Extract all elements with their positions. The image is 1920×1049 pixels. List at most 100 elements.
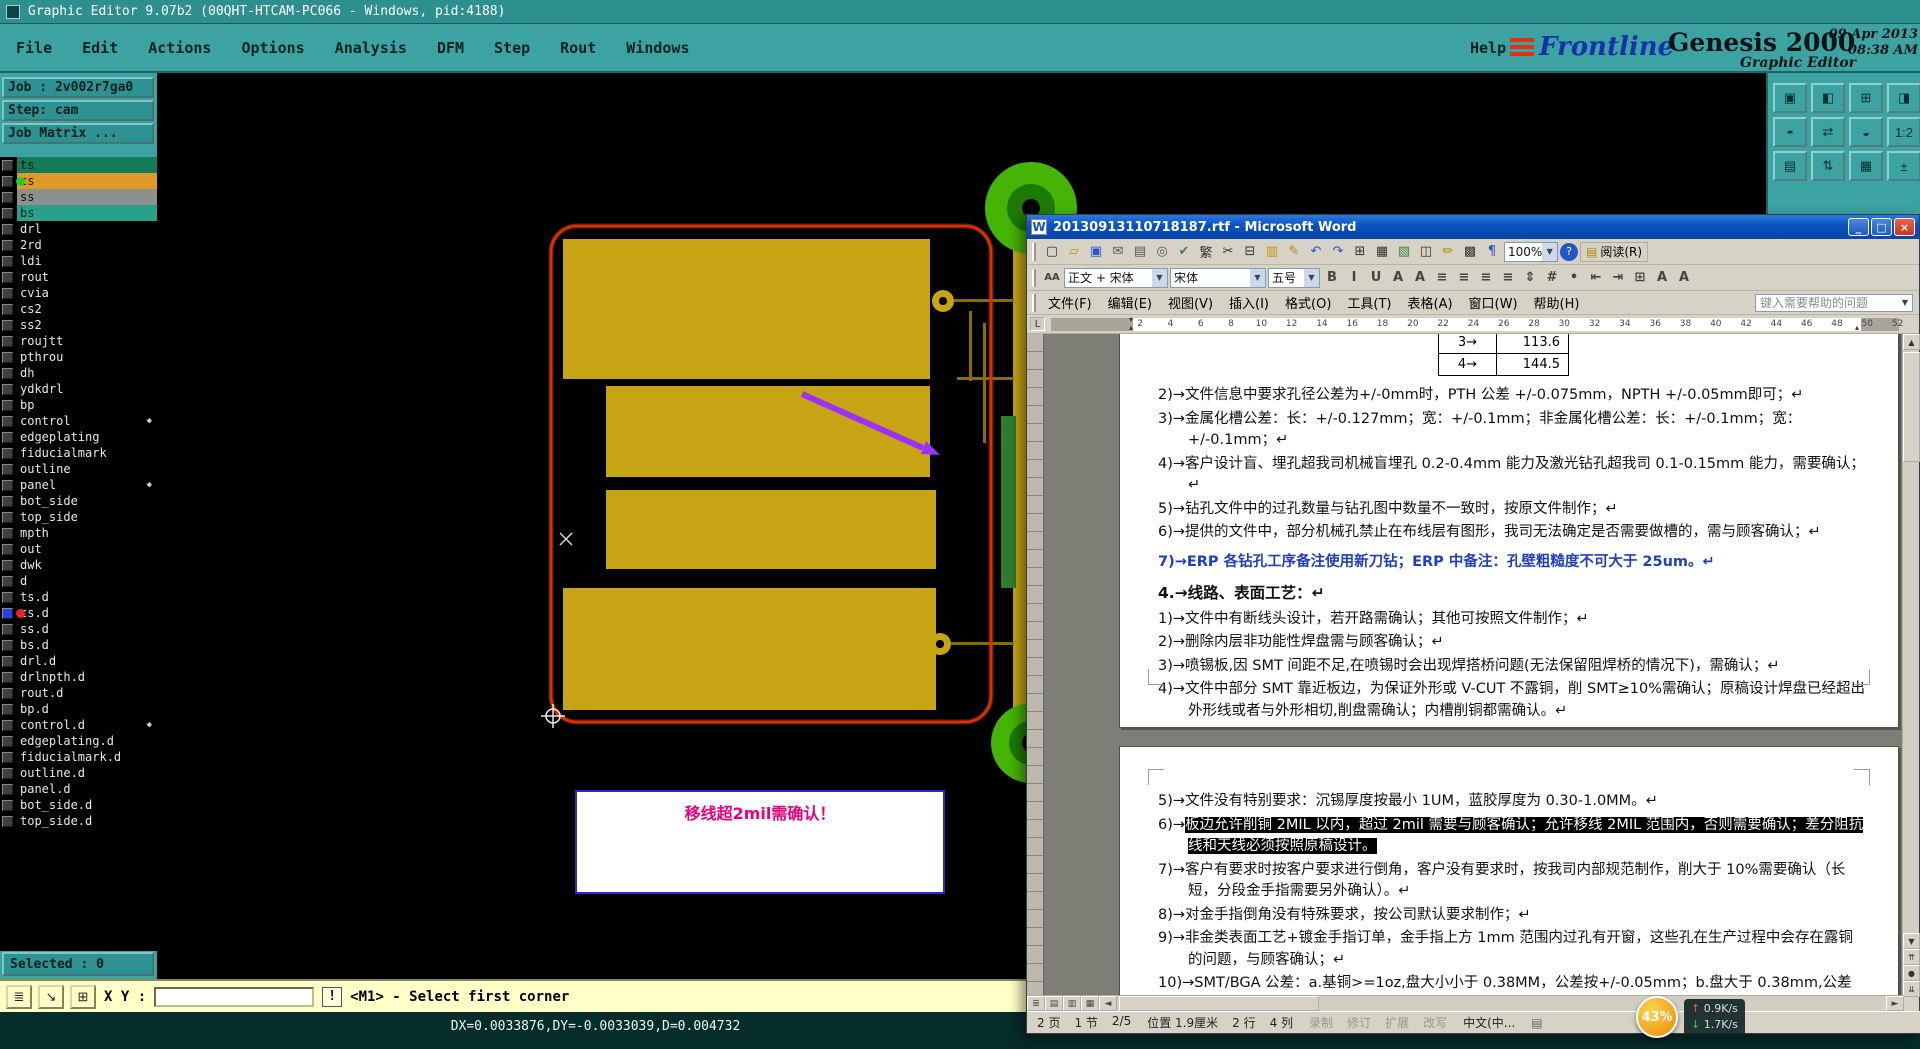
- layer-name[interactable]: ss: [17, 189, 157, 205]
- layer-checkbox[interactable]: [2, 303, 13, 315]
- word-menu-item[interactable]: 格式(O): [1277, 293, 1339, 312]
- layer-checkbox[interactable]: [2, 223, 13, 235]
- layer-name[interactable]: 2rd: [17, 237, 157, 253]
- layer-name[interactable]: roujtt: [17, 333, 157, 349]
- layer-name[interactable]: drl: [17, 221, 157, 237]
- word-menu-item[interactable]: 工具(T): [1339, 293, 1399, 312]
- layer-name[interactable]: fiducialmark: [17, 445, 157, 461]
- traditional-convert-icon[interactable]: 繁: [1196, 242, 1216, 262]
- close-button[interactable]: ×: [1894, 218, 1915, 236]
- layer-name[interactable]: ts.d: [17, 589, 157, 605]
- layer-checkbox[interactable]: [2, 671, 13, 683]
- swap-horizontal-button[interactable]: ⇄: [1811, 117, 1845, 147]
- layer-checkbox[interactable]: [2, 239, 13, 251]
- menu-item[interactable]: File: [16, 39, 52, 57]
- layer-row[interactable]: edgeplating: [0, 429, 157, 445]
- dropdown-arrow-icon[interactable]: ▼: [1304, 268, 1319, 287]
- scrollbar-thumb[interactable]: [1119, 996, 1319, 1011]
- line-spacing-button[interactable]: ⇕: [1520, 268, 1540, 288]
- layer-checkbox[interactable]: [2, 287, 13, 299]
- layer-row[interactable]: control ◆: [0, 413, 157, 429]
- read-mode-button[interactable]: ▤ 阅读(R): [1580, 241, 1649, 262]
- page-1[interactable]: 3→ 113.6 4→ 144.5 2)→文件信息中要求孔径公差为+/-0mm时…: [1119, 334, 1899, 728]
- align-center-button[interactable]: ≡: [1454, 268, 1474, 288]
- layer-checkbox[interactable]: [2, 319, 13, 331]
- layer-name[interactable]: edgeplating: [17, 429, 157, 445]
- layer-row[interactable]: drl: [0, 221, 157, 237]
- layer-checkbox[interactable]: [2, 687, 13, 699]
- format-painter-icon[interactable]: ✎: [1284, 242, 1304, 262]
- numbering-button[interactable]: #: [1542, 268, 1562, 288]
- menu-item[interactable]: Edit: [82, 39, 118, 57]
- layer-row[interactable]: cvia: [0, 285, 157, 301]
- layer-name[interactable]: rout: [17, 269, 157, 285]
- char-shading-button[interactable]: A: [1410, 268, 1430, 288]
- layer-name[interactable]: cs: [17, 173, 157, 189]
- dropdown-arrow-icon[interactable]: ▼: [1250, 268, 1265, 287]
- layer-name[interactable]: ldi: [17, 253, 157, 269]
- status-toggle[interactable]: 录制: [1309, 1014, 1333, 1031]
- word-menu-item[interactable]: 窗口(W): [1461, 293, 1526, 312]
- outline-view-button[interactable]: ▦: [1081, 996, 1099, 1011]
- menu-item[interactable]: Analysis: [335, 39, 407, 57]
- underline-button[interactable]: U: [1366, 268, 1386, 288]
- align-right-button[interactable]: ≡: [1476, 268, 1496, 288]
- layer-row[interactable]: ydkdrl: [0, 381, 157, 397]
- layer-checkbox[interactable]: [2, 383, 13, 395]
- layer-checkbox[interactable]: [2, 367, 13, 379]
- zoom-ratio-button[interactable]: 1:2: [1887, 117, 1920, 147]
- layer-row[interactable]: bp: [0, 397, 157, 413]
- layer-checkbox[interactable]: [2, 463, 13, 475]
- layer-checkbox[interactable]: [2, 591, 13, 603]
- menu-item[interactable]: Step: [494, 39, 530, 57]
- split-left-button[interactable]: ◧: [1811, 83, 1845, 113]
- layer-row[interactable]: outline.d: [0, 765, 157, 781]
- layer-name[interactable]: bot_side.d: [17, 797, 157, 813]
- insert-excel-icon[interactable]: ▧: [1394, 242, 1414, 262]
- layer-name[interactable]: bp: [17, 397, 157, 413]
- align-left-button[interactable]: ≡: [1432, 268, 1452, 288]
- minimize-button[interactable]: _: [1848, 218, 1869, 236]
- layer-name[interactable]: drl.d: [17, 653, 157, 669]
- page-2[interactable]: 5)→文件没有特别要求：沉锡厚度按最小 1UM，蓝胶厚度为 0.30-1.0MM…: [1119, 746, 1899, 997]
- layer-checkbox[interactable]: [2, 815, 13, 827]
- status-toggle[interactable]: 修订: [1347, 1014, 1371, 1031]
- layer-row[interactable]: ts: [0, 157, 157, 173]
- layer-checkbox[interactable]: [2, 527, 13, 539]
- layer-name[interactable]: panel.d: [17, 781, 157, 797]
- zoom-combo[interactable]: 100% ▼: [1504, 241, 1558, 262]
- layer-name[interactable]: mpth: [17, 525, 157, 541]
- layer-row[interactable]: outline: [0, 461, 157, 477]
- tables-borders-icon[interactable]: ⊞: [1350, 242, 1370, 262]
- styles-pane-icon[interactable]: AA: [1042, 268, 1062, 288]
- copy-icon[interactable]: ⊟: [1240, 242, 1260, 262]
- layer-checkbox[interactable]: [2, 735, 13, 747]
- layer-checkbox[interactable]: [2, 559, 13, 571]
- layer-row[interactable]: roujtt: [0, 333, 157, 349]
- split-right-button[interactable]: ◨: [1887, 83, 1920, 113]
- help-question-box[interactable]: 键入需要帮助的问题 ▼: [1755, 293, 1913, 312]
- bold-button[interactable]: B: [1322, 268, 1342, 288]
- network-monitor-widget[interactable]: 43% ↑ 0.9K/s ↓ 1.7K/s: [1636, 996, 1745, 1038]
- layer-row[interactable]: ss.d: [0, 621, 157, 637]
- layer-row[interactable]: drlnpth.d: [0, 669, 157, 685]
- tab-selector[interactable]: L: [1030, 317, 1045, 331]
- justify-button[interactable]: ≡: [1498, 268, 1518, 288]
- zoom-toggle-button[interactable]: ±: [1887, 151, 1920, 181]
- layer-name[interactable]: cvia: [17, 285, 157, 301]
- layer-name[interactable]: control.d: [17, 717, 157, 733]
- memory-usage-badge[interactable]: 43%: [1636, 996, 1678, 1038]
- layer-row[interactable]: mpth: [0, 525, 157, 541]
- layer-checkbox[interactable]: [2, 175, 13, 187]
- help-button[interactable]: ?: [1560, 242, 1578, 261]
- tile-windows-button[interactable]: ⊞: [1849, 83, 1883, 113]
- select-browse-object-button[interactable]: ●: [1903, 965, 1920, 981]
- view-screen-button[interactable]: ▣: [1773, 83, 1807, 113]
- vertical-scrollbar[interactable]: ▲ ▼ ⇈ ● ⇊: [1902, 334, 1920, 997]
- show-marks-icon[interactable]: ¶: [1482, 242, 1502, 262]
- status-toggle[interactable]: 扩展: [1385, 1014, 1409, 1031]
- restore-button[interactable]: □: [1871, 218, 1892, 236]
- layer-name[interactable]: dh: [17, 365, 157, 381]
- scroll-down-button[interactable]: ▼: [1903, 933, 1920, 949]
- layer-checkbox[interactable]: [2, 495, 13, 507]
